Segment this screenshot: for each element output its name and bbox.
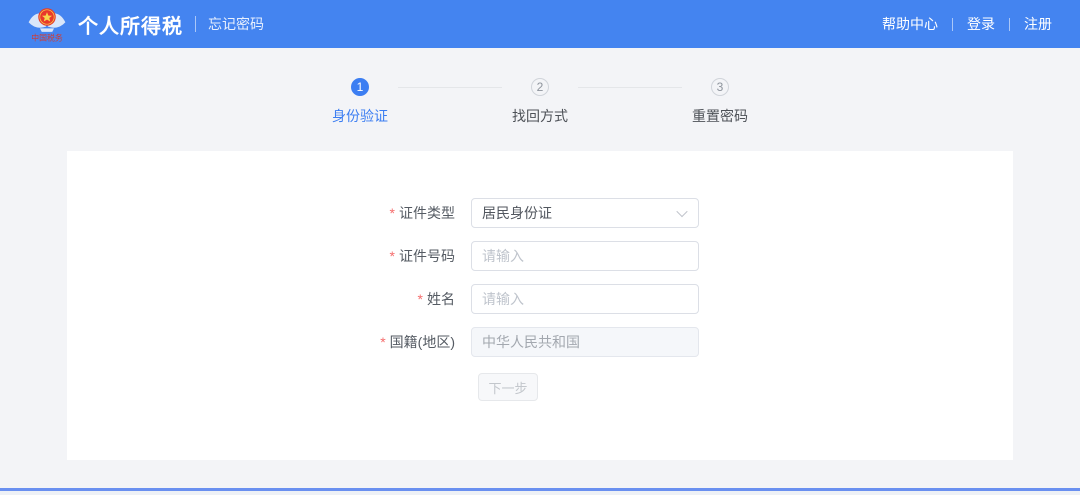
stepper-connector bbox=[578, 87, 682, 88]
login-link[interactable]: 登录 bbox=[967, 14, 995, 34]
form-row-certificate-number: *证件号码 bbox=[335, 241, 699, 271]
field-label-text: 姓名 bbox=[427, 291, 455, 307]
nationality-label: * 国籍(地区) bbox=[335, 332, 455, 352]
certificate-type-label: *证件类型 bbox=[335, 203, 455, 223]
top-nav: 帮助中心 登录 注册 bbox=[882, 14, 1052, 34]
required-mark: * bbox=[418, 291, 423, 307]
step-reset-password: 3 重置密码 bbox=[682, 78, 758, 126]
form-row-nationality: * 国籍(地区) bbox=[335, 327, 699, 357]
next-step-button[interactable]: 下一步 bbox=[478, 373, 538, 401]
required-mark: * bbox=[390, 205, 395, 221]
certificate-type-value: 居民身份证 bbox=[482, 203, 552, 223]
certificate-number-label: *证件号码 bbox=[335, 246, 455, 266]
stepper: 1 身份验证 2 找回方式 3 重置密码 bbox=[0, 78, 1080, 126]
step-identity-verification: 1 身份验证 bbox=[322, 78, 398, 126]
field-label-text: 国籍(地区) bbox=[390, 334, 455, 350]
identity-form: *证件类型 居民身份证 *证件号码 *姓名 *国籍(地区) 下一步 bbox=[335, 151, 699, 401]
step-retrieval-method: 2 找回方式 bbox=[502, 78, 578, 126]
bottom-accent-line bbox=[0, 488, 1080, 495]
field-label-text: 证件号码 bbox=[399, 248, 455, 264]
form-card: *证件类型 居民身份证 *证件号码 *姓名 *国籍(地区) 下一步 bbox=[67, 151, 1013, 460]
field-label-text: 证件类型 bbox=[399, 205, 455, 221]
page-subtitle: 忘记密码 bbox=[208, 14, 264, 34]
step-2-label: 找回方式 bbox=[512, 106, 568, 126]
step-3-label: 重置密码 bbox=[692, 106, 748, 126]
nationality-input bbox=[471, 327, 699, 357]
app-title: 个人所得税 bbox=[78, 10, 183, 39]
required-mark: * bbox=[390, 248, 395, 264]
name-label: *姓名 bbox=[335, 289, 455, 309]
china-tax-emblem-icon: 中国税务 bbox=[26, 4, 68, 44]
register-link[interactable]: 注册 bbox=[1024, 14, 1052, 34]
step-2-circle: 2 bbox=[531, 78, 549, 96]
nav-divider bbox=[1009, 18, 1010, 31]
forgot-password-page: 中国税务 个人所得税 忘记密码 帮助中心 登录 注册 1 身份验证 2 找回方式… bbox=[0, 0, 1080, 460]
name-input[interactable] bbox=[471, 284, 699, 314]
step-1-circle: 1 bbox=[351, 78, 369, 96]
form-row-name: *姓名 bbox=[335, 284, 699, 314]
step-1-label: 身份验证 bbox=[332, 106, 388, 126]
nav-divider bbox=[952, 18, 953, 31]
header: 中国税务 个人所得税 忘记密码 帮助中心 登录 注册 bbox=[0, 0, 1080, 48]
stepper-connector bbox=[398, 87, 502, 88]
brand: 中国税务 个人所得税 忘记密码 bbox=[26, 4, 264, 44]
certificate-type-select[interactable]: 居民身份证 bbox=[471, 198, 699, 228]
required-mark: * bbox=[380, 334, 385, 350]
title-divider bbox=[195, 16, 196, 32]
step-3-circle: 3 bbox=[711, 78, 729, 96]
help-center-link[interactable]: 帮助中心 bbox=[882, 14, 938, 34]
chevron-down-icon bbox=[676, 206, 687, 217]
certificate-number-input[interactable] bbox=[471, 241, 699, 271]
logo-caption: 中国税务 bbox=[31, 33, 63, 43]
form-row-certificate-type: *证件类型 居民身份证 bbox=[335, 198, 699, 228]
